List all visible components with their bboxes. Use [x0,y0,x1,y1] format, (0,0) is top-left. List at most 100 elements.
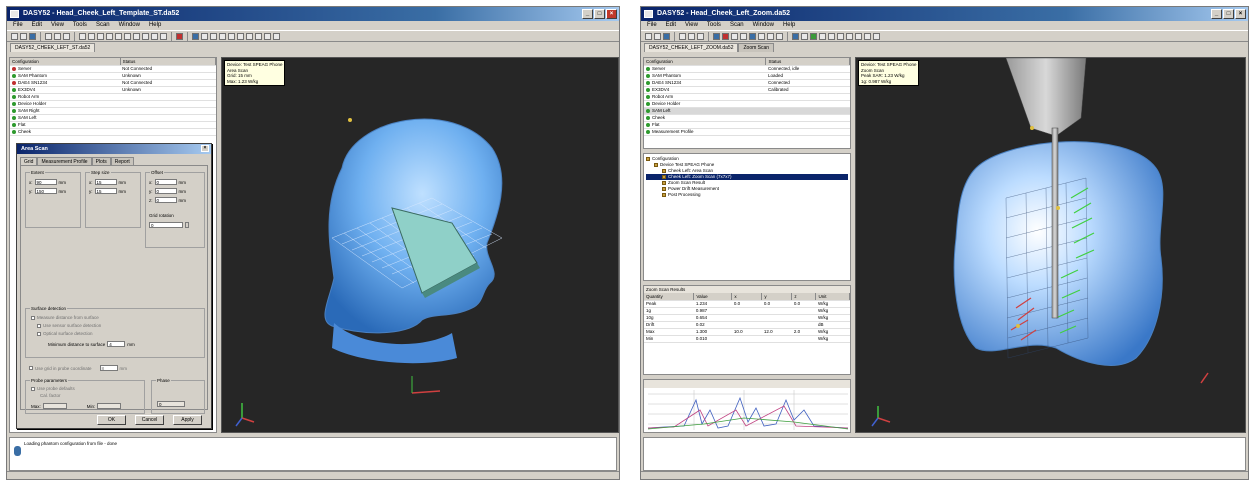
menu-help[interactable]: Help [783,21,795,30]
cut-icon[interactable] [679,32,686,40]
view-side-icon[interactable] [801,32,808,40]
dialog-title-bar[interactable]: Area Scan × [17,144,211,154]
menu-view[interactable]: View [51,21,64,30]
table-row[interactable]: SAM Right [10,107,216,115]
table-row[interactable]: Drift 0.02 dB [644,321,850,329]
table-row[interactable]: Flat [644,121,850,129]
menu-tools[interactable]: Tools [73,21,87,30]
wireframe-icon[interactable] [873,32,880,40]
optical-detection-checkbox[interactable] [37,331,41,336]
offset-x-input[interactable]: 0 [154,179,177,185]
table-row[interactable]: Peak 1.234 0.0 0.0 0.0 W/kg [644,300,850,308]
view-top-icon[interactable] [810,32,817,40]
table-row[interactable]: SAM Left [644,107,850,115]
probe-icon[interactable] [142,32,149,40]
chevron-down-icon[interactable] [185,222,189,228]
right-title-bar[interactable]: DASY52 - Head_Cheek_Left_Zoom.da52 _ □ × [641,7,1248,21]
table-row[interactable]: Measurement Profile [644,128,850,136]
results-header[interactable]: x [731,293,763,301]
minimize-button[interactable]: _ [582,9,593,19]
table-row[interactable]: Robot Arm [644,93,850,101]
probe-icon[interactable] [776,32,783,40]
results-header[interactable]: Quantity [644,293,695,301]
apply-button[interactable]: Apply [173,415,202,425]
pan-icon[interactable] [246,32,253,40]
probe-defaults-checkbox[interactable] [31,386,35,391]
home-icon[interactable] [124,32,131,40]
offset-z-input[interactable]: 0 [154,197,177,203]
robot-icon[interactable] [767,32,774,40]
record-icon[interactable] [176,32,183,40]
menu-window[interactable]: Window [753,21,774,30]
save-icon[interactable] [29,32,36,40]
view-top-icon[interactable] [210,32,217,40]
paste-icon[interactable] [697,32,704,40]
table-row[interactable]: Cheek [10,128,216,136]
table-row[interactable]: Cheek [644,114,850,122]
col-header-status[interactable]: Status [765,58,850,66]
view-side-icon[interactable] [201,32,208,40]
paste-icon[interactable] [63,32,70,40]
results-header[interactable]: y [761,293,793,301]
pause-icon[interactable] [740,32,747,40]
save-icon[interactable] [663,32,670,40]
menu-help[interactable]: Help [149,21,161,30]
table-row[interactable]: Max 1.300 10.0 12.0 2.0 W/kg [644,328,850,336]
col-header-configuration[interactable]: Configuration [10,58,121,66]
menu-scan[interactable]: Scan [730,21,744,30]
probe-coordinate-input[interactable]: 8 [99,365,118,371]
robot-icon[interactable] [133,32,140,40]
table-row[interactable]: Min 0.010 W/kg [644,335,850,343]
maximize-button[interactable]: □ [1223,9,1234,19]
probe-max-input[interactable] [42,403,67,409]
step-y-input[interactable]: 15 [94,188,117,194]
table-row[interactable]: SAM Phantom Loaded [644,72,850,80]
minimize-button[interactable]: _ [1211,9,1222,19]
view-front-icon[interactable] [792,32,799,40]
menu-edit[interactable]: Edit [32,21,42,30]
offset-y-input[interactable]: 0 [154,188,177,194]
grid-icon[interactable] [864,32,871,40]
pause-icon[interactable] [106,32,113,40]
phase-input[interactable]: 0 [157,401,185,407]
run-icon[interactable] [88,32,95,40]
min-distance-input[interactable]: 4 [107,341,126,347]
connect-icon[interactable] [713,32,720,40]
rotate-icon[interactable] [237,32,244,40]
results-header[interactable]: Unit [815,293,850,301]
col-header-configuration[interactable]: Configuration [644,58,767,66]
table-row[interactable]: Server Not Connected [10,65,216,73]
table-row[interactable]: 1g 0.987 W/kg [644,307,850,315]
extent-y-input[interactable]: 150 [34,188,57,194]
table-row[interactable]: EX3DV4 Unknown [10,86,216,94]
new-icon[interactable] [645,32,652,40]
measure-distance-checkbox[interactable] [31,315,35,320]
step-icon[interactable] [115,32,122,40]
extent-x-input[interactable]: 90 [34,179,57,185]
close-button[interactable]: × [606,9,617,19]
run-icon[interactable] [722,32,729,40]
menu-view[interactable]: View [685,21,698,30]
maximize-button[interactable]: □ [594,9,605,19]
table-row[interactable]: Server Connected, idle [644,65,850,73]
open-icon[interactable] [654,32,661,40]
grid-rotation-select[interactable]: 0 [149,222,183,228]
new-icon[interactable] [11,32,18,40]
copy-icon[interactable] [54,32,61,40]
table-row[interactable]: SAM Left [10,114,216,122]
menu-file[interactable]: File [13,21,23,30]
rotate-icon[interactable] [837,32,844,40]
probe-coordinate-checkbox[interactable] [29,366,33,370]
grid-icon[interactable] [264,32,271,40]
right-3d-viewport[interactable]: Device: Test SPEAG Phone Zoom Scan Peak … [855,57,1246,433]
table-row[interactable]: 10g 0.654 W/kg [644,314,850,322]
left-doc-tab[interactable]: DASY52_CHEEK_LEFT_ST.da52 [10,43,96,52]
table-row[interactable]: DAE4 SN1234 Not Connected [10,79,216,87]
right-doc-tab[interactable]: DASY52_CHEEK_LEFT_ZOOM.da52 [644,43,739,52]
stop-icon[interactable] [731,32,738,40]
menu-edit[interactable]: Edit [666,21,676,30]
table-row[interactable]: DAE4 SN1234 Connected [644,79,850,87]
zoom-in-icon[interactable] [819,32,826,40]
table-row[interactable]: Robot Arm [10,93,216,101]
menu-scan[interactable]: Scan [96,21,110,30]
